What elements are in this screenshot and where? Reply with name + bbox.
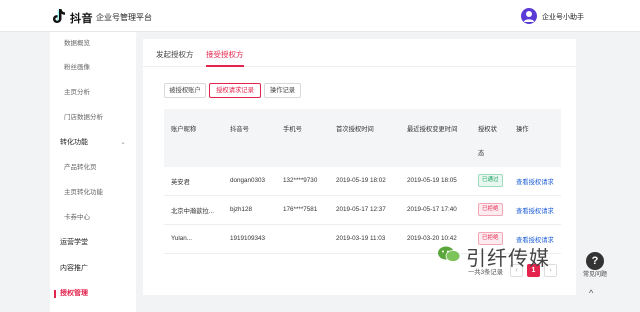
cell-nickname: Yulan... <box>171 235 193 242</box>
cell-last-change-time: 2019-05-17 17:40 <box>407 206 457 213</box>
help-label[interactable]: 常见问题 <box>583 272 607 279</box>
watermark-text: 引纤传媒 <box>466 248 550 270</box>
sidebar-item-store-analysis[interactable]: 门店数据分析 <box>50 111 136 125</box>
sidebar-group-label: 授权管理 <box>60 290 88 297</box>
table-row: 北京中瀚歆拉... bjzh128 176****7581 2019-05-17… <box>164 196 561 225</box>
sidebar-item-label: 卡券中心 <box>64 214 90 221</box>
segment-request-records[interactable]: 授权请求记录 <box>209 83 261 98</box>
column-header-phone: 手机号 <box>283 126 302 133</box>
tab-bar: 发起授权方 接受授权方 <box>143 39 576 67</box>
sidebar: 数据概览 粉丝画像 主页分析 门店数据分析 转化功能 ⌄ 产品转化页 主页转化功… <box>50 32 136 312</box>
sidebar-item-data-overview[interactable]: 数据概览 <box>50 37 136 51</box>
cell-last-change-time: 2019-03-20 10:42 <box>407 235 457 242</box>
sidebar-group-label: 内容推广 <box>60 265 88 272</box>
sidebar-item-label: 产品转化页 <box>64 164 97 171</box>
view-request-link[interactable]: 查看授权请求 <box>516 177 554 186</box>
sidebar-item-label: 数据概览 <box>64 40 90 47</box>
cell-phone: 132****9730 <box>283 177 318 184</box>
column-header-action: 操作 <box>516 126 529 133</box>
help-icon[interactable]: ? <box>586 252 604 270</box>
sidebar-group-content-promotion[interactable]: 内容推广 <box>50 262 136 276</box>
sidebar-item-fan-profile[interactable]: 粉丝画像 <box>50 61 136 75</box>
column-header-status: 授权状 <box>478 126 497 133</box>
brand-name: 抖音 <box>70 13 93 25</box>
column-header-last-change-time: 最近授权变更时间 <box>407 126 458 133</box>
wechat-icon <box>438 246 461 262</box>
cell-last-change-time: 2019-05-19 18:05 <box>407 177 457 184</box>
segment-operation-records[interactable]: 操作记录 <box>264 83 301 98</box>
cell-first-auth-time: 2019-05-19 18:02 <box>336 177 386 184</box>
cell-phone: 176****7581 <box>283 206 318 213</box>
tab-initiator[interactable]: 发起授权方 <box>156 49 194 65</box>
cell-douyin-id: 1919109343 <box>230 235 266 242</box>
sidebar-group-authorization[interactable]: 授权管理 <box>50 287 136 301</box>
segment-authorized-accounts[interactable]: 被授权账户 <box>164 83 206 98</box>
sidebar-item-homepage-conversion[interactable]: 主页转化功能 <box>50 186 136 200</box>
avatar[interactable] <box>521 8 537 24</box>
cell-first-auth-time: 2019-05-17 12:37 <box>336 206 386 213</box>
column-header-douyin-id: 抖音号 <box>230 126 249 133</box>
column-header-first-auth-time: 首次授权时间 <box>336 126 374 133</box>
user-icon <box>524 11 534 22</box>
cell-douyin-id: dongan0303 <box>230 177 266 184</box>
table-row: 英安君 dongan0303 132****9730 2019-05-19 18… <box>164 167 561 196</box>
column-header-status-wrap: 态 <box>478 150 485 157</box>
sidebar-item-coupon-center[interactable]: 卡券中心 <box>50 211 136 225</box>
sidebar-item-label: 主页分析 <box>64 89 90 96</box>
sidebar-group-operation-school[interactable]: 运营学堂 <box>50 236 136 250</box>
back-to-top-icon[interactable]: ^ <box>589 288 593 298</box>
sidebar-item-homepage-analysis[interactable]: 主页分析 <box>50 86 136 100</box>
sidebar-item-label: 粉丝画像 <box>64 64 90 71</box>
cell-first-auth-time: 2019-03-19 11:03 <box>336 235 386 242</box>
sidebar-item-label: 主页转化功能 <box>64 189 103 196</box>
cell-nickname: 北京中瀚歆拉... <box>171 208 215 215</box>
view-request-link[interactable]: 查看授权请求 <box>516 206 554 215</box>
user-name[interactable]: 企业号小助手 <box>542 12 584 22</box>
cell-nickname: 英安君 <box>171 179 190 186</box>
status-badge: 已拒绝 <box>478 203 503 216</box>
chevron-down-icon: ⌄ <box>120 139 126 146</box>
platform-title: 企业号管理平台 <box>96 13 152 22</box>
sidebar-group-label: 运营学堂 <box>60 239 88 246</box>
sidebar-group-conversion[interactable]: 转化功能 ⌄ <box>50 136 136 150</box>
sidebar-item-label: 门店数据分析 <box>64 114 103 121</box>
tab-receiver[interactable]: 接受授权方 <box>206 49 244 67</box>
column-header-nickname: 账户昵称 <box>171 126 197 133</box>
table-header: 账户昵称 抖音号 手机号 首次授权时间 最近授权变更时间 授权状 态 操作 <box>164 109 561 167</box>
douyin-logo-icon[interactable] <box>52 8 66 24</box>
sidebar-group-label: 转化功能 <box>60 139 88 146</box>
top-bar: 抖音 企业号管理平台 企业号小助手 <box>0 0 640 32</box>
status-badge: 已通过 <box>478 174 503 187</box>
sidebar-item-product-conversion[interactable]: 产品转化页 <box>50 161 136 175</box>
cell-douyin-id: bjzh128 <box>230 206 253 213</box>
